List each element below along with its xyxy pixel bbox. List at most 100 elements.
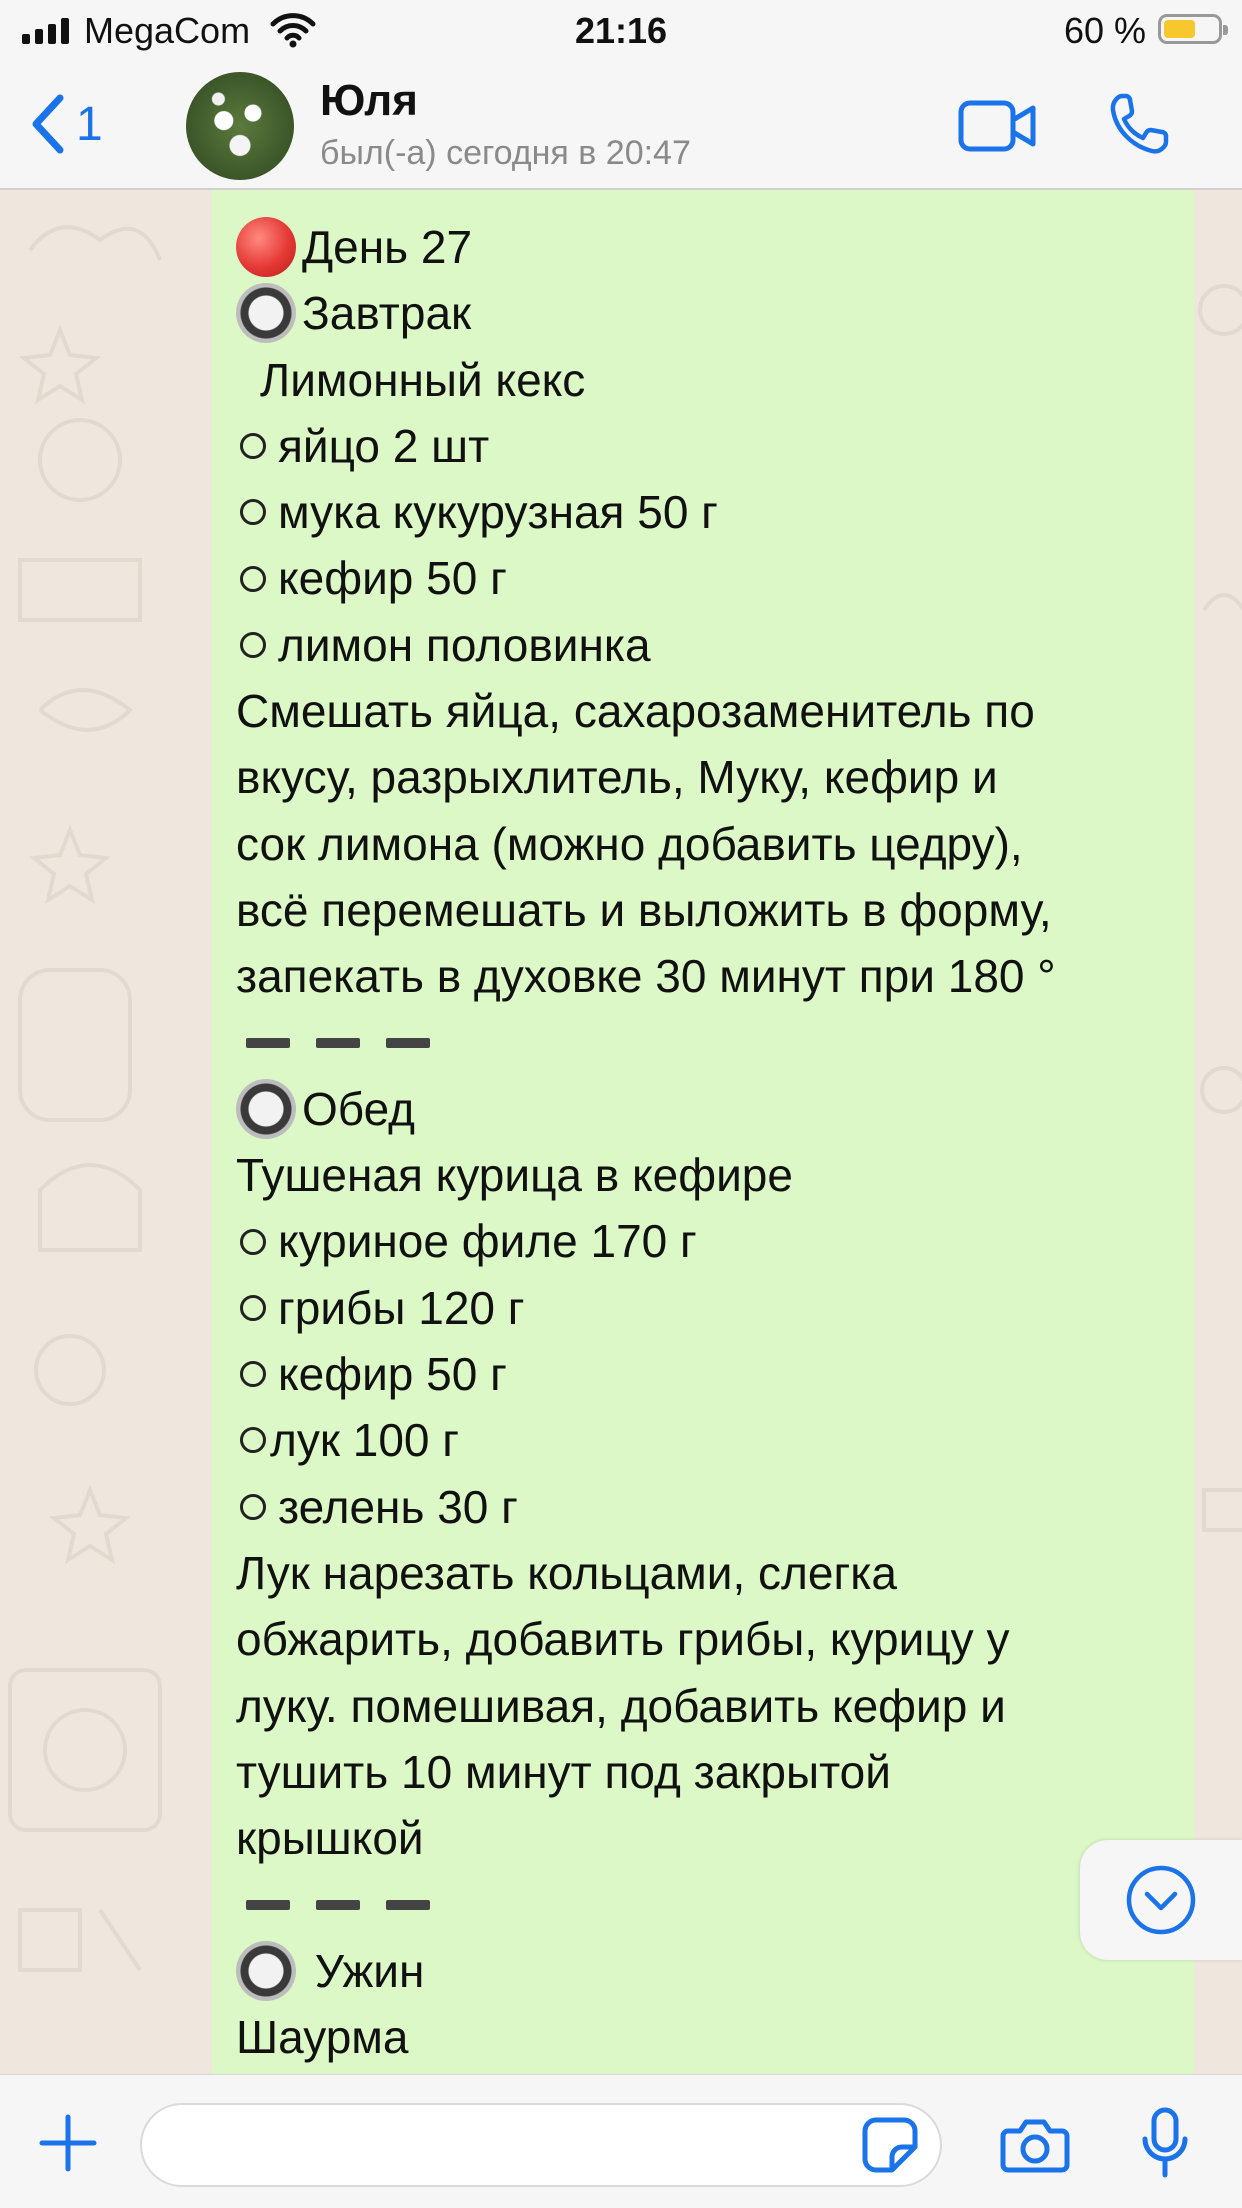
- message-line: куриное филе 170 г: [236, 1208, 1170, 1274]
- message-line: кефир 50 г: [236, 545, 1170, 611]
- message-line: крышкой: [236, 1805, 1170, 1871]
- bullet-circle-icon: [240, 1493, 266, 1520]
- message-line: Завтрак: [236, 280, 1170, 346]
- message-line: обжарить, добавить грибы, курицу у: [236, 1606, 1170, 1672]
- last-seen-status: был(-а) сегодня в 20:47: [320, 134, 691, 172]
- battery-percent: 60 %: [1063, 10, 1146, 51]
- message-input[interactable]: [140, 2103, 942, 2187]
- message-line: тушить 10 минут под закрытой: [236, 1739, 1170, 1805]
- message-line: Лимонный кекс: [236, 347, 1170, 413]
- message-line: кефир 50 г: [236, 1341, 1170, 1407]
- bullet-circle-icon: [240, 1427, 266, 1454]
- message-text: вкусу, разрыхлитель, Муку, кефир и: [236, 751, 998, 804]
- bullet-circle-icon: [240, 499, 266, 526]
- message-text: всё перемешать и выложить в форму,: [236, 883, 1052, 936]
- avatar[interactable]: [186, 72, 294, 180]
- radio-button-icon: [236, 283, 296, 344]
- message-line: Обед: [236, 1076, 1170, 1142]
- message-text: Смешать яйца, сахарозаменитель по: [236, 685, 1035, 738]
- radio-button-icon: [236, 1940, 296, 2001]
- message-text: лук 100 г: [270, 1414, 460, 1467]
- wallpaper-pattern: [8, 225, 162, 1972]
- message-input-bar: [0, 2074, 1242, 2208]
- message-line: Тушеная курица в кефире: [236, 1142, 1170, 1208]
- video-camera-icon: [958, 100, 1036, 152]
- chevron-down-icon: [1126, 1865, 1196, 1935]
- message-line: День 27: [236, 214, 1170, 280]
- back-chevron-icon: [32, 94, 64, 154]
- message-line: Ужин: [236, 1938, 1170, 2004]
- dash: [246, 1037, 290, 1048]
- message-line: Лук нарезать кольцами, слегка: [236, 1540, 1170, 1606]
- message-line: лук 100 г: [236, 1407, 1170, 1473]
- message-line: лимон половинка: [236, 612, 1170, 678]
- message-text: грибы 120 г: [278, 1281, 525, 1334]
- camera-button[interactable]: [1000, 2117, 1070, 2178]
- sticker-icon: [862, 2117, 918, 2173]
- contact-name[interactable]: Юля: [320, 76, 418, 126]
- message-text: Тушеная курица в кефире: [236, 1149, 793, 1202]
- plus-icon: [39, 2114, 97, 2172]
- message-text: запекать в духовке 30 минут при 180 °: [236, 950, 1056, 1003]
- message-line: Шаурма: [236, 2004, 1170, 2070]
- bullet-circle-icon: [240, 1361, 266, 1388]
- message-text: кефир 50 г: [278, 552, 507, 605]
- message-text: сок лимона (можно добавить цедру),: [236, 817, 1023, 870]
- bullet-circle-icon: [240, 1294, 266, 1321]
- red-circle-icon: [236, 217, 296, 278]
- message-text: куриное филе 170 г: [278, 1215, 697, 1268]
- message-text: зелень 30 г: [278, 1480, 518, 1533]
- message-line: запекать в духовке 30 минут при 180 °: [236, 943, 1170, 1009]
- message-text: Обед: [302, 1082, 416, 1135]
- phone-icon: [1110, 93, 1169, 154]
- divider-dashes: [236, 1871, 1170, 1937]
- message-text: крышкой: [236, 1812, 424, 1865]
- message-line: зелень 30 г: [236, 1474, 1170, 1540]
- message-text: Лимонный кекс: [260, 353, 586, 406]
- battery-level: [1164, 20, 1195, 38]
- chat-area[interactable]: День 27 Завтрак Лимонный кекс яйцо 2 шт мука…: [0, 190, 1242, 2074]
- message-line: всё перемешать и выложить в форму,: [236, 877, 1170, 943]
- bullet-circle-icon: [240, 1228, 266, 1255]
- message-line: грибы 120 г: [236, 1275, 1170, 1341]
- radio-button-icon: [236, 1079, 296, 1139]
- back-button[interactable]: 1: [30, 92, 103, 156]
- message-line: луку. помешивая, добавить кефир и: [236, 1673, 1170, 1739]
- battery-icon: [1158, 14, 1228, 44]
- message-line: Смешать яйца, сахарозаменитель по: [236, 678, 1170, 744]
- dash: [316, 1037, 360, 1048]
- dash: [246, 1899, 290, 1910]
- sticker-button[interactable]: [862, 2117, 918, 2178]
- message-line: мука кукурузная 50 г: [236, 479, 1170, 545]
- wallpaper-pattern-right: [1198, 284, 1242, 1532]
- status-bar: MegaCom 21:16 60 %: [0, 0, 1242, 62]
- microphone-icon: [1142, 2107, 1188, 2178]
- bullet-circle-icon: [240, 631, 266, 658]
- video-call-button[interactable]: [958, 100, 1036, 157]
- message-text: обжарить, добавить грибы, курицу у: [236, 1613, 1010, 1666]
- message-text: лимон половинка: [278, 618, 651, 671]
- unread-count: 1: [76, 97, 103, 151]
- message-text: День 27: [302, 221, 473, 273]
- chat-header: 1 Юля был(-а) сегодня в 20:47: [0, 62, 1242, 190]
- message-text: луку. помешивая, добавить кефир и: [236, 1679, 1006, 1732]
- message-text: тушить 10 минут под закрытой: [236, 1745, 891, 1798]
- message-line: сок лимона (можно добавить цедру),: [236, 811, 1170, 877]
- scroll-to-bottom-button[interactable]: [1080, 1840, 1242, 1960]
- bullet-circle-icon: [240, 433, 266, 460]
- bullet-circle-icon: [240, 565, 266, 592]
- attach-button[interactable]: [38, 2113, 98, 2178]
- message-text: мука кукурузная 50 г: [278, 486, 718, 539]
- divider-dashes: [236, 1010, 1170, 1076]
- dash: [386, 1037, 430, 1048]
- message-text: яйцо 2 шт: [278, 419, 490, 472]
- message-bubble[interactable]: День 27 Завтрак Лимонный кекс яйцо 2 шт мука…: [212, 190, 1194, 2074]
- clock: 21:16: [574, 10, 668, 51]
- message-text: Шаурма: [236, 2011, 409, 2064]
- microphone-button[interactable]: [1140, 2107, 1190, 2184]
- message-text: кефир 50 г: [278, 1348, 507, 1401]
- voice-call-button[interactable]: [1108, 92, 1170, 161]
- camera-icon: [1000, 2119, 1070, 2173]
- message-line: вкусу, разрыхлитель, Муку, кефир и: [236, 744, 1170, 810]
- dash: [386, 1899, 430, 1910]
